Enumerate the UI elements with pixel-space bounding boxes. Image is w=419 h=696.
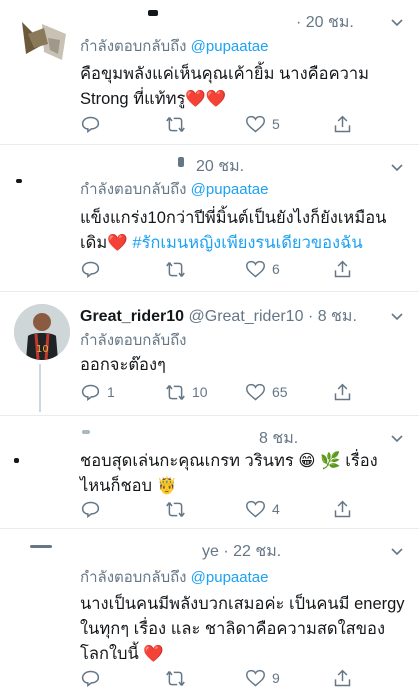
tweet-actions: 5 — [80, 113, 360, 135]
like-button[interactable]: 4 — [245, 498, 280, 520]
tweet-time[interactable]: 20 ชม. — [196, 158, 244, 175]
hashtag-link[interactable]: #รักเมนหญิงเพียงรนเดียวของฉัน — [132, 234, 362, 252]
tweet[interactable]: ye · 22 ชม. กำลังตอบกลับถึง @pupaatae นา… — [0, 529, 419, 696]
heart-icon — [246, 500, 265, 517]
avatar[interactable] — [14, 14, 72, 72]
chevron-down-icon[interactable] — [389, 159, 405, 175]
replying-prefix: กำลังตอบกลับถึง — [80, 38, 187, 55]
like-count: 4 — [272, 501, 280, 517]
reply-icon — [81, 261, 100, 278]
retweet-button[interactable]: 10 — [165, 381, 208, 403]
reply-button[interactable] — [80, 258, 101, 280]
tweet-time[interactable]: · 20 ชม. — [296, 14, 354, 31]
like-count: 5 — [272, 116, 280, 132]
share-icon — [334, 383, 351, 400]
share-button[interactable] — [332, 113, 353, 135]
like-button[interactable]: 6 — [245, 258, 280, 280]
tweet-header: Great_rider10 @Great_rider10 · 8 ชม. — [80, 304, 357, 329]
user-handle[interactable]: @Great_rider10 — [189, 308, 304, 325]
mention-link[interactable]: @pupaatae — [191, 181, 269, 198]
tweet-actions: 1 10 65 — [80, 381, 360, 403]
replying-to: กำลังตอบกลับถึง @pupaatae — [80, 565, 268, 589]
tweet-text: แข็งแกร่ง10กว่าปีพี่มิ้นต์เป็นยังไงก็ยัง… — [80, 206, 405, 256]
avatar[interactable]: 10 — [14, 304, 70, 360]
heart-icon — [246, 383, 265, 400]
retweet-button[interactable] — [165, 113, 186, 135]
retweet-icon — [166, 670, 185, 686]
replying-prefix: กำลังตอบกลับถึง — [80, 332, 187, 349]
reply-button[interactable] — [80, 667, 101, 689]
retweet-button[interactable] — [165, 667, 186, 689]
reply-count: 1 — [107, 384, 115, 400]
tweet-text: ชอบสุดเล่นกะคุณเกรท วรินทร 😁 🌿 เรื่องไหน… — [80, 452, 378, 495]
mention-link[interactable]: @pupaatae — [191, 38, 269, 55]
tweet-actions: 6 — [80, 258, 360, 280]
chevron-down-icon[interactable] — [389, 308, 405, 324]
tweet-text: นางเป็นคนมีพลังบวกเสมอค่ะ เป็นคนมี energ… — [80, 595, 405, 663]
like-button[interactable]: 65 — [245, 381, 288, 403]
like-count: 9 — [272, 670, 280, 686]
reply-button[interactable] — [80, 498, 101, 520]
like-button[interactable]: 5 — [245, 113, 280, 135]
tweet[interactable]: 10 Great_rider10 @Great_rider10 · 8 ชม. … — [0, 292, 419, 416]
reply-icon — [81, 116, 100, 133]
tweet-actions: 9 — [80, 667, 360, 689]
retweet-button[interactable] — [165, 498, 186, 520]
heart-icon — [246, 260, 265, 277]
chevron-down-icon[interactable] — [389, 430, 405, 446]
heart-icon — [246, 669, 265, 686]
replying-to: กำลังตอบกลับถึง @pupaatae — [80, 34, 268, 58]
share-button[interactable] — [332, 258, 353, 280]
share-icon — [334, 260, 351, 277]
like-count: 65 — [272, 384, 288, 400]
replying-to: กำลังตอบกลับถึง @pupaatae — [80, 177, 268, 201]
replying-prefix: กำลังตอบกลับถึง — [80, 569, 187, 586]
display-name[interactable]: Great_rider10 — [80, 308, 184, 325]
tweet-text: คือขุมพลังแค่เห็นคุณเค้ายิ้ม นางคือความ … — [80, 65, 370, 108]
share-button[interactable] — [332, 381, 353, 403]
reply-icon — [81, 501, 100, 518]
thread-line — [39, 364, 41, 412]
mention-link[interactable]: @pupaatae — [191, 569, 269, 586]
tweet-time[interactable]: ye · 22 ชม. — [202, 543, 281, 560]
retweet-icon — [166, 116, 185, 132]
reply-button[interactable]: 1 — [80, 381, 115, 403]
tweet-actions: 4 — [80, 498, 360, 520]
share-icon — [334, 115, 351, 132]
like-count: 6 — [272, 261, 280, 277]
retweet-count: 10 — [192, 384, 208, 400]
reply-button[interactable] — [80, 113, 101, 135]
tweet[interactable]: 8 ชม. ชอบสุดเล่นกะคุณเกรท วรินทร 😁 🌿 เรื… — [0, 416, 419, 529]
reply-icon — [81, 670, 100, 687]
share-button[interactable] — [332, 498, 353, 520]
tweet[interactable]: · 20 ชม. กำลังตอบกลับถึง @pupaatae คือขุ… — [0, 0, 419, 145]
retweet-icon — [166, 501, 185, 517]
tweet-time[interactable]: 8 ชม. — [259, 430, 298, 447]
replying-to: กำลังตอบกลับถึง — [80, 328, 187, 352]
chevron-down-icon[interactable] — [389, 14, 405, 30]
retweet-button[interactable] — [165, 258, 186, 280]
heart-icon — [246, 115, 265, 132]
like-button[interactable]: 9 — [245, 667, 280, 689]
share-icon — [334, 669, 351, 686]
retweet-icon — [166, 384, 185, 400]
share-button[interactable] — [332, 667, 353, 689]
svg-text:10: 10 — [36, 344, 49, 355]
tweet-text: ออกจะต๊องๆ — [80, 356, 166, 374]
retweet-icon — [166, 261, 185, 277]
tweet-time[interactable]: · 8 ชม. — [308, 308, 357, 325]
reply-icon — [81, 384, 100, 401]
replying-prefix: กำลังตอบกลับถึง — [80, 181, 187, 198]
tweet[interactable]: 20 ชม. กำลังตอบกลับถึง @pupaatae แข็งแกร… — [0, 145, 419, 292]
chevron-down-icon[interactable] — [389, 543, 405, 559]
share-icon — [334, 500, 351, 517]
